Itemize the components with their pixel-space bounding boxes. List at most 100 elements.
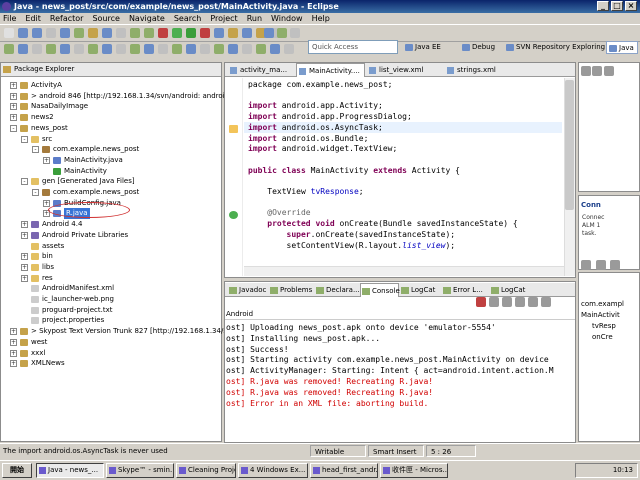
svn-icon[interactable] <box>102 28 112 38</box>
toolbar2-icon[interactable] <box>102 44 112 54</box>
console-toolbar-icon[interactable] <box>476 297 486 307</box>
toolbar2-icon[interactable] <box>32 44 42 54</box>
tree-toggle-icon[interactable]: + <box>10 328 17 336</box>
menu-project[interactable]: Project <box>210 13 237 24</box>
warning-icon[interactable] <box>229 125 238 133</box>
console-tab[interactable]: LogCat <box>490 283 532 297</box>
console-toolbar-icon[interactable] <box>515 297 525 307</box>
tree-toggle-icon[interactable]: + <box>10 92 17 100</box>
editor-tab[interactable]: activity_ma... <box>228 63 294 77</box>
maximize-button[interactable]: □ <box>611 1 623 11</box>
back-icon[interactable] <box>277 28 287 38</box>
avd-manager-icon[interactable] <box>74 28 84 38</box>
menu-navigate[interactable]: Navigate <box>129 13 165 24</box>
tree-toggle-icon[interactable]: + <box>10 338 17 346</box>
print-icon[interactable] <box>46 28 56 38</box>
code-line[interactable]: import android.app.ProgressDialog; <box>248 111 412 122</box>
next-annotation-icon[interactable] <box>264 28 274 38</box>
tree-item[interactable]: - com.example.news_post <box>0 187 220 198</box>
tree-toggle-icon[interactable]: - <box>21 135 28 143</box>
console-tab[interactable]: Javadoc <box>228 283 268 297</box>
new-class-icon[interactable] <box>242 28 252 38</box>
outline-item-class[interactable]: MainActivit <box>581 311 620 319</box>
tree-toggle-icon[interactable]: + <box>10 82 17 89</box>
toolbar2-icon[interactable] <box>200 44 210 54</box>
console-tab[interactable]: Declara... <box>315 283 360 297</box>
tree-item[interactable]: + libs <box>0 262 220 273</box>
panel-toolbar-icon[interactable] <box>581 66 591 76</box>
outline-item-field[interactable]: tvResp <box>592 322 616 330</box>
code-line[interactable]: import android.widget.TextView; <box>248 143 397 154</box>
tree-item[interactable]: assets <box>0 241 220 252</box>
tree-item[interactable]: + Android Private Libraries <box>0 230 220 241</box>
tree-toggle-icon[interactable]: + <box>10 360 17 368</box>
new-java-project-icon[interactable] <box>214 28 224 38</box>
code-line[interactable]: package com.example.news_post; <box>248 79 393 90</box>
menu-source[interactable]: Source <box>92 13 119 24</box>
code-line[interactable]: setContentView(R.layout.list_view); <box>248 240 456 251</box>
toolbar2-icon[interactable] <box>284 44 294 54</box>
tree-item[interactable]: ic_launcher-web.png <box>0 294 220 305</box>
code-line[interactable]: TextView tvResponse; <box>248 186 363 197</box>
menu-window[interactable]: Window <box>271 13 303 24</box>
close-button[interactable]: × <box>625 1 637 11</box>
tree-item[interactable]: MainActivity <box>0 166 220 177</box>
tree-item[interactable]: - news_post <box>0 123 220 134</box>
tree-toggle-icon[interactable]: - <box>10 124 17 132</box>
code-line[interactable]: import android.app.Activity; <box>248 100 383 111</box>
menu-search[interactable]: Search <box>174 13 201 24</box>
lint-icon[interactable] <box>130 28 140 38</box>
tree-item[interactable]: + news2 <box>0 112 220 123</box>
tree-item[interactable]: + > Skypost Text Version Trunk 827 [http:… <box>0 326 242 337</box>
new-file-icon[interactable] <box>4 28 14 38</box>
tree-item[interactable]: + bin <box>0 251 220 262</box>
stop-icon[interactable] <box>158 28 168 38</box>
console-tab[interactable]: Console <box>360 283 400 297</box>
tree-toggle-icon[interactable]: - <box>21 178 28 186</box>
outline-item-package[interactable]: com.exampl <box>581 300 624 308</box>
tree-toggle-icon[interactable]: + <box>10 114 17 122</box>
toolbar2-icon[interactable] <box>158 44 168 54</box>
toolbar2-icon[interactable] <box>172 44 182 54</box>
perspective-java-ee[interactable]: Java EE <box>403 41 444 54</box>
toolbar2-icon[interactable] <box>130 44 140 54</box>
package-explorer-tab[interactable]: Package Explorer <box>2 63 74 76</box>
tree-toggle-icon[interactable]: + <box>21 221 28 229</box>
taskbar-task[interactable]: Java - news_... <box>36 463 104 478</box>
tree-toggle-icon[interactable]: + <box>21 253 28 261</box>
editor-tab[interactable]: MainActivity.... <box>296 63 365 77</box>
tree-toggle-icon[interactable]: + <box>43 156 50 164</box>
tree-item[interactable]: + > android 846 [http://192.168.1.34/svn/… <box>0 91 232 102</box>
code-line[interactable]: @Override <box>248 207 310 218</box>
panel-toolbar-icon[interactable] <box>596 260 606 270</box>
checkbox-icon[interactable] <box>116 28 126 38</box>
code-line[interactable]: protected void onCreate(Bundle savedInst… <box>248 218 517 229</box>
menu-run[interactable]: Run <box>247 13 262 24</box>
console-tab[interactable]: Problems <box>269 283 314 297</box>
minimize-button[interactable]: _ <box>597 1 609 11</box>
start-button[interactable]: 開始 <box>2 463 32 478</box>
android-sdk-icon[interactable] <box>60 28 70 38</box>
run-external-icon[interactable] <box>186 28 196 38</box>
save-icon[interactable] <box>18 28 28 38</box>
toolbar2-icon[interactable] <box>256 44 266 54</box>
tree-toggle-icon[interactable]: - <box>32 189 39 196</box>
tree-toggle-icon[interactable]: - <box>32 146 39 154</box>
toolbar2-icon[interactable] <box>60 44 70 54</box>
menu-refactor[interactable]: Refactor <box>50 13 84 24</box>
perspective-debug[interactable]: Debug <box>460 41 498 54</box>
panel-toolbar-icon[interactable] <box>581 260 591 270</box>
toolbar2-icon[interactable] <box>46 44 56 54</box>
editor-horizontal-scrollbar[interactable] <box>244 266 564 276</box>
toolbar2-icon[interactable] <box>4 44 14 54</box>
tree-item[interactable]: - com.example.news_post <box>0 144 220 155</box>
code-line[interactable]: public class MainActivity extends Activi… <box>248 165 460 176</box>
tree-item[interactable]: + XMLNews <box>0 358 220 369</box>
tree-toggle-icon[interactable]: + <box>21 263 28 271</box>
toolbar2-icon[interactable] <box>144 44 154 54</box>
tree-toggle-icon[interactable]: + <box>10 103 17 111</box>
console-toolbar-icon[interactable] <box>541 297 551 307</box>
editor-scroll-thumb[interactable] <box>565 80 574 210</box>
window-title-bar[interactable]: Java - news_post/src/com/example/news_po… <box>0 0 640 13</box>
tree-item[interactable]: + res <box>0 273 220 284</box>
